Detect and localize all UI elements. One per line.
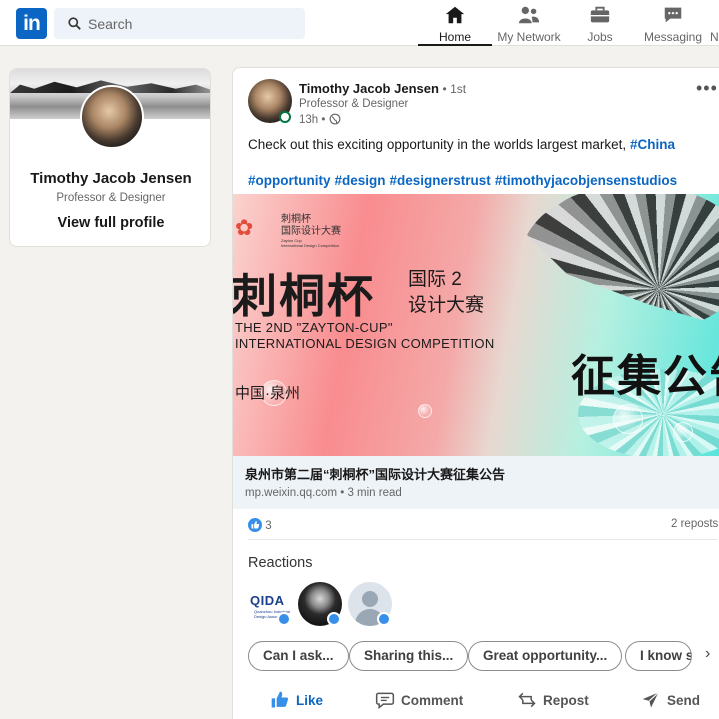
post-author-headline: Professor & Designer [299,98,409,110]
post-author-name[interactable]: Timothy Jacob Jensen [299,81,439,96]
like-badge-icon [327,612,341,626]
globe-icon [329,113,341,125]
banner-small-line: 国际设计大赛 [281,226,341,237]
home-icon [445,6,465,24]
post-text: Check out this exciting opportunity in t… [248,135,718,155]
view-full-profile-link[interactable]: View full profile [10,215,210,231]
link-preview-image[interactable]: ✿ 刺桐杯 国际设计大赛 Zayton Cup International De… [233,194,719,456]
hashtag-opportunity[interactable]: #opportunity [248,173,331,188]
nav-jobs[interactable]: Jobs [575,4,625,46]
network-icon [518,6,540,24]
repost-button[interactable]: Repost [517,690,589,710]
banner-small-line: International Design Competition [281,243,340,248]
send-button[interactable]: Send [641,690,700,710]
post-hashtags: #opportunity #design #designerstrust #timot… [248,171,681,191]
zayton-cup-logo-icon: ✿ [235,215,254,240]
reaction-count[interactable]: 3 [248,518,272,532]
post-time: 13h • [299,114,326,126]
qida-logo-text: QIDA [250,593,285,608]
profile-name[interactable]: Timothy Jacob Jensen [10,170,210,187]
nav-my-network[interactable]: My Network [493,4,565,46]
link-preview[interactable]: 泉州市第二届“刺桐杯”国际设计大赛征集公告 mp.weixin.qq.com •… [233,456,719,509]
nav-notifications-label: N [710,30,719,44]
banner-bubble [418,404,432,418]
repost-count[interactable]: 2 reposts [671,518,718,530]
link-preview-source: mp.weixin.qq.com • 3 min read [245,487,402,499]
connection-degree: • 1st [442,82,467,96]
search-icon [68,17,81,30]
nav-notifications[interactable]: N [710,4,719,46]
search-box[interactable] [54,8,305,39]
divider [248,539,718,540]
post-meta: 13h • [299,113,341,126]
like-badge-icon [277,612,291,626]
top-nav: in Home My Network Jobs Messaging N [0,0,719,46]
profile-avatar[interactable] [80,85,144,149]
hashtag-china[interactable]: #China [630,137,675,152]
profile-title: Professor & Designer [56,192,166,204]
banner-small-line: 刺桐杯 [281,214,311,225]
online-status-icon [279,111,291,123]
link-preview-title[interactable]: 泉州市第二届“刺桐杯”国际设计大赛征集公告 [245,464,505,483]
default-avatar-head [362,591,378,607]
hashtag-design[interactable]: #design [335,173,386,188]
reactions-heading: Reactions [248,555,313,571]
nav-jobs-label: Jobs [587,30,613,44]
hashtag-timothyjacobjensenstudios[interactable]: #timothyjacobjensenstudios [495,173,677,188]
banner-right-title: 征集公告 [571,351,719,402]
more-options-icon[interactable]: ••• [696,78,718,99]
banner-small-title: 刺桐杯 国际设计大赛 Zayton Cup International Desi… [281,214,341,248]
send-icon [642,692,659,708]
banner-side-line: 国际 2 [408,269,462,290]
repost-icon [518,692,536,708]
search-input[interactable] [88,8,298,39]
hashtag-designerstrust[interactable]: #designerstrust [390,173,491,188]
comment-label: Comment [401,693,464,708]
banner-side-line: 设计大赛 [408,295,485,316]
suggested-comment-chip[interactable]: Sharing this... [349,641,469,671]
send-label: Send [667,693,701,708]
banner-bubble [613,404,643,434]
like-reaction-icon [248,518,262,532]
comment-icon [375,692,395,710]
like-button[interactable]: Like [270,690,323,710]
post-author[interactable]: Timothy Jacob Jensen • 1st [299,81,466,96]
nav-messaging[interactable]: Messaging [640,4,706,46]
profile-card: Timothy Jacob Jensen Professor & Designe… [9,68,211,247]
nav-my-network-label: My Network [497,30,561,44]
comment-button[interactable]: Comment [375,690,463,710]
post-body: Check out this exciting opportunity in t… [248,137,630,152]
reaction-count-value: 3 [265,520,272,532]
chevron-right-icon[interactable]: › [705,645,710,663]
feed-post: Timothy Jacob Jensen • 1st Professor & D… [232,67,719,719]
repost-label: Repost [543,693,589,708]
nav-home[interactable]: Home [418,4,492,46]
message-icon [664,7,682,23]
banner-bubble [673,422,693,442]
like-label: Like [296,693,324,708]
like-badge-icon [377,612,391,626]
nav-home-label: Home [438,30,471,44]
thumbs-up-icon [271,691,289,708]
suggested-comment-chip[interactable]: Can I ask... [248,641,349,671]
banner-decoration-top [521,194,719,334]
linkedin-logo-icon[interactable]: in [16,8,47,39]
suggested-comment-chip[interactable]: I know s [625,641,692,671]
nav-messaging-label: Messaging [643,30,703,44]
banner-english-line: INTERNATIONAL DESIGN COMPETITION [235,336,495,351]
banner-city: 中国·泉州 [235,385,300,402]
briefcase-icon [590,6,610,23]
banner-big-title: 刺桐杯 [233,269,375,323]
banner-english-line: THE 2ND "ZAYTON-CUP" [235,320,393,335]
suggested-comment-chip[interactable]: Great opportunity... [468,641,623,671]
